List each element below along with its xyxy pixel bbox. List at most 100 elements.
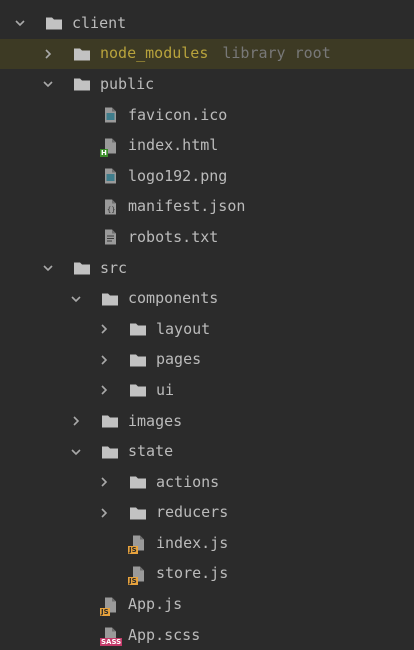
image-file-icon (101, 167, 119, 185)
tree-item-name: node_modules (100, 44, 209, 63)
tree-file-row[interactable]: robots.txt (0, 222, 414, 253)
tree-item-label: state (128, 444, 173, 459)
tree-item-name: favicon.ico (128, 105, 228, 124)
tree-item-label: store.js (156, 566, 228, 581)
tree-item-label: App.scss (128, 625, 201, 644)
tree-file-row[interactable]: JS store.js (0, 559, 414, 590)
chevron-down-icon[interactable] (13, 16, 27, 30)
tree-item-name: ui (156, 380, 175, 399)
project-tree: client node_modules library root public favi… (0, 0, 414, 649)
tree-item-name: reducers (156, 503, 229, 522)
tree-file-row[interactable]: JS App.js (0, 589, 414, 620)
tree-folder-row[interactable]: node_modules library root (0, 38, 414, 70)
chevron-right-icon[interactable] (97, 353, 111, 367)
tree-item-label: actions (156, 472, 220, 491)
tree-item-name: components (128, 289, 219, 308)
tree-item-name: client (72, 13, 127, 32)
tree-item-label: robots.txt (128, 227, 219, 246)
tree-item-label: App.js (128, 597, 182, 612)
folder-icon (129, 351, 147, 369)
tree-item-label: client (72, 13, 127, 32)
tree-item-label: components (128, 291, 218, 306)
library-root-hint: library root (222, 44, 331, 63)
text-file-icon (101, 228, 119, 246)
chevron-right-icon[interactable] (97, 383, 111, 397)
tree-folder-row[interactable]: pages (0, 345, 414, 376)
tree-item-label: logo192.png (128, 166, 228, 185)
tree-item-name: index.html (128, 136, 219, 155)
tree-item-name: logo192.png (128, 166, 228, 185)
tree-folder-row[interactable]: images (0, 406, 414, 437)
tree-item-name: index.js (156, 533, 229, 552)
js-badge: JS (128, 576, 138, 585)
tree-folder-row[interactable]: client (0, 8, 414, 39)
tree-file-row[interactable]: favicon.ico (0, 100, 414, 131)
tree-item-label: reducers (156, 505, 228, 520)
tree-folder-row[interactable]: layout (0, 314, 414, 345)
folder-icon (129, 504, 147, 522)
folder-icon (73, 75, 91, 93)
folder-icon (73, 259, 91, 277)
tree-folder-row[interactable]: actions (0, 467, 414, 498)
tree-item-label: images (128, 411, 183, 430)
tree-folder-row[interactable]: ui (0, 375, 414, 406)
tree-item-name: state (128, 442, 174, 461)
tree-folder-row[interactable]: components (0, 283, 414, 314)
folder-icon (101, 443, 119, 461)
tree-folder-row[interactable]: reducers (0, 498, 414, 529)
tree-item-name: App.js (128, 595, 183, 614)
chevron-right-icon[interactable] (69, 414, 83, 428)
tree-item-name: pages (156, 350, 202, 369)
tree-folder-row[interactable]: public (0, 69, 414, 100)
chevron-down-icon[interactable] (69, 292, 83, 306)
folder-icon (101, 412, 119, 430)
chevron-down-icon[interactable] (69, 445, 83, 459)
tree-file-row[interactable]: logo192.png (0, 161, 414, 192)
chevron-right-icon[interactable] (97, 322, 111, 336)
chevron-down-icon[interactable] (41, 261, 55, 275)
svg-text:{}: {} (107, 206, 115, 214)
chevron-right-icon[interactable] (97, 475, 111, 489)
tree-item-name: src (100, 258, 128, 277)
tree-file-row[interactable]: {} manifest.json (0, 192, 414, 223)
chevron-right-icon[interactable] (41, 47, 55, 61)
folder-icon (73, 45, 91, 63)
tree-file-row[interactable]: JS index.js (0, 528, 414, 559)
tree-item-name: App.scss (128, 625, 201, 644)
tree-folder-row[interactable]: src (0, 253, 414, 284)
tree-item-label: public (100, 74, 155, 93)
javascript-file-icon: JS (128, 565, 147, 585)
tree-item-label: favicon.ico (128, 105, 228, 124)
js-badge: JS (128, 546, 138, 555)
tree-folder-row[interactable]: state (0, 436, 414, 467)
sass-file-icon: SASS (100, 626, 123, 647)
json-file-icon: {} (101, 198, 119, 216)
html-badge: H (100, 148, 108, 157)
tree-item-name: actions (156, 472, 220, 491)
tree-item-name: images (128, 411, 183, 430)
chevron-right-icon[interactable] (97, 506, 111, 520)
tree-item-name: manifest.json (128, 197, 246, 216)
tree-item-label: src (100, 258, 128, 277)
tree-item-label: ui (156, 380, 175, 399)
chevron-down-icon[interactable] (41, 77, 55, 91)
tree-item-label: node_modules library root (100, 46, 331, 61)
tree-item-label: layout (156, 319, 211, 338)
tree-file-row[interactable]: SASS App.scss (0, 620, 414, 650)
tree-item-name: store.js (156, 564, 229, 583)
folder-icon (101, 290, 119, 308)
tree-item-label: index.js (156, 533, 229, 552)
folder-icon (129, 381, 147, 399)
html-file-icon: H (100, 137, 119, 157)
javascript-file-icon: JS (128, 534, 147, 555)
tree-file-row[interactable]: Hindex.html (0, 130, 414, 161)
sass-badge: SASS (100, 638, 123, 647)
tree-item-name: robots.txt (128, 227, 219, 246)
tree-item-name: public (100, 74, 155, 93)
folder-icon (45, 14, 63, 32)
folder-icon (129, 473, 147, 491)
js-badge: JS (100, 607, 110, 616)
tree-item-label: index.html (128, 138, 218, 153)
tree-item-label: pages (156, 352, 201, 367)
tree-item-name: layout (156, 319, 211, 338)
